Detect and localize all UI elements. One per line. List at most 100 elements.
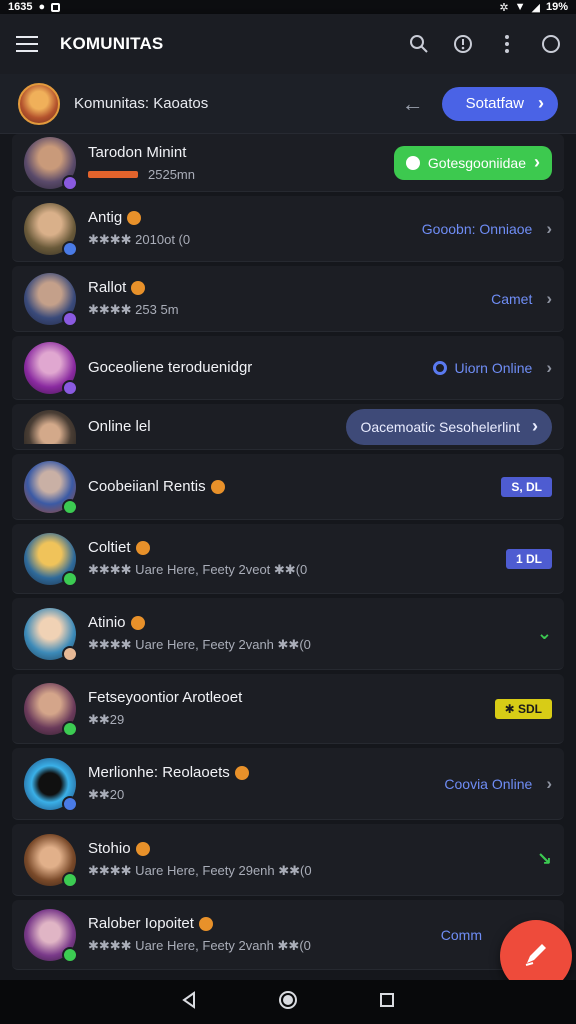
- member-list: Tarodon Minint 2525mn Gotesgooniidae › A…: [12, 134, 564, 974]
- notification-icon: ●: [38, 1, 46, 13]
- list-item[interactable]: Online lel Oacemoatic Sesohelerlint ›: [12, 404, 564, 450]
- system-nav-bar: [0, 980, 576, 1024]
- community-name: Komunitas: Kaoatos: [74, 95, 209, 112]
- chevron-right-icon[interactable]: ›: [546, 289, 552, 309]
- list-item[interactable]: Stohio ✱✱✱✱ Uare Here, Feety 29enh ✱✱(0 …: [12, 824, 564, 896]
- chat-bubble-icon: [405, 155, 420, 170]
- app-bar: KOMUNITAS: [0, 14, 576, 74]
- wifi-icon: ▼: [514, 1, 526, 13]
- nav-home-icon[interactable]: [278, 990, 298, 1015]
- avatar: [24, 460, 78, 515]
- item-name: Atinio: [88, 614, 126, 631]
- chevron-right-icon: ›: [534, 152, 540, 172]
- coin-icon: [127, 210, 142, 225]
- status-bar: 1635 ● ✲ ▼ ◢ 19%: [0, 0, 576, 14]
- item-name: Coobeiianl Rentis: [88, 478, 206, 495]
- list-item[interactable]: Goceoliene teroduenidgr Uiorn Online ›: [12, 336, 564, 400]
- list-item[interactable]: Antig ✱✱✱✱ 2010ot (0 Gooobn: Onniaoe ›: [12, 196, 564, 262]
- list-item[interactable]: Rallot ✱✱✱✱ 253 5m Camet ›: [12, 266, 564, 332]
- battery-text: 19%: [545, 1, 568, 13]
- item-subtitle: 2525mn: [148, 166, 195, 182]
- info-icon[interactable]: [452, 33, 474, 55]
- avatar: [24, 833, 78, 888]
- green-action-button[interactable]: Gotesgooniidae ›: [393, 145, 552, 180]
- item-name: Goceoliene teroduenidgr: [88, 359, 253, 376]
- avatar: [24, 136, 78, 191]
- item-name: Rallot: [88, 279, 127, 296]
- item-name: Online lel: [88, 418, 151, 435]
- avatar: [24, 757, 78, 812]
- nav-recents-icon[interactable]: [379, 992, 395, 1013]
- coin-icon: [135, 841, 150, 856]
- item-name: Coltiet: [88, 539, 131, 556]
- search-icon[interactable]: [408, 33, 430, 55]
- avatar: [24, 607, 78, 662]
- wide-action-button[interactable]: Oacemoatic Sesohelerlint ›: [346, 408, 552, 445]
- follow-button[interactable]: Sotatfaw ›: [441, 86, 558, 121]
- status-link[interactable]: Comm: [441, 927, 482, 943]
- action-label: Oacemoatic Sesohelerlint: [360, 418, 520, 435]
- chevron-right-icon[interactable]: ›: [546, 358, 552, 378]
- chevron-right-icon[interactable]: ›: [546, 219, 552, 239]
- community-header: Komunitas: Kaoatos ← Sotatfaw ›: [0, 74, 576, 134]
- arrow-icon[interactable]: ↘: [537, 849, 552, 870]
- avatar: [24, 682, 78, 737]
- list-item[interactable]: Merlionhe: Reolaoets ✱✱20 Coovia Online …: [12, 748, 564, 820]
- tag-badge[interactable]: S, DL: [501, 476, 552, 497]
- item-name: Tarodon Minint: [88, 143, 187, 161]
- coin-icon: [234, 765, 249, 780]
- chevron-right-icon[interactable]: ›: [546, 774, 552, 794]
- list-item[interactable]: Atinio ✱✱✱✱ Uare Here, Feety 2vanh ✱✱(0 …: [12, 598, 564, 670]
- list-item[interactable]: Ralober Iopoitet ✱✱✱✱ Uare Here, Feety 2…: [12, 900, 564, 970]
- item-name: Antig: [88, 209, 123, 226]
- nav-back-icon[interactable]: [181, 990, 197, 1014]
- avatar: [24, 202, 78, 257]
- list-item[interactable]: Coobeiianl Rentis S, DL: [12, 454, 564, 520]
- online-dot-icon: [432, 360, 447, 375]
- item-subtitle: ✱✱✱✱ 2010ot (0: [88, 232, 191, 247]
- chat-icon[interactable]: [540, 33, 562, 55]
- menu-icon[interactable]: [16, 36, 38, 52]
- item-name: Merlionhe: Reolaoets: [88, 764, 230, 781]
- item-name: Fetseyoontior Arotleoet: [88, 689, 243, 706]
- chevron-down-icon[interactable]: ⌄: [537, 623, 552, 644]
- chevron-right-icon: ›: [532, 416, 538, 436]
- status-link[interactable]: Coovia Online: [444, 776, 532, 792]
- chevron-right-icon: ›: [538, 93, 544, 113]
- item-subtitle: ✱✱29: [88, 712, 125, 727]
- more-vert-icon[interactable]: [496, 33, 518, 55]
- follow-button-label: Sotatfaw: [465, 95, 524, 112]
- status-link[interactable]: Camet: [491, 291, 532, 307]
- tag-badge[interactable]: ✱ SDL: [494, 698, 552, 719]
- back-arrow-icon[interactable]: ←: [402, 91, 424, 117]
- action-label: Gotesgooniidae: [427, 154, 526, 171]
- list-item[interactable]: Tarodon Minint 2525mn Gotesgooniidae ›: [12, 134, 564, 192]
- item-subtitle: ✱✱✱✱ Uare Here, Feety 2vanh ✱✱(0: [88, 938, 311, 953]
- avatar: [24, 409, 76, 444]
- screenshot-icon: [51, 2, 61, 12]
- coin-icon: [131, 280, 146, 295]
- item-subtitle: ✱✱✱✱ Uare Here, Feety 29enh ✱✱(0: [88, 863, 312, 878]
- status-link[interactable]: Gooobn: Onniaoe: [422, 221, 533, 237]
- avatar: [24, 272, 78, 327]
- item-name: Ralober Iopoitet: [88, 915, 194, 932]
- item-subtitle: ✱✱20: [88, 787, 125, 802]
- signal-icon: ◢: [531, 1, 540, 14]
- tag-badge[interactable]: 1 DL: [505, 548, 552, 569]
- status-link[interactable]: Uiorn Online: [432, 360, 532, 376]
- community-avatar[interactable]: [18, 82, 60, 125]
- settings-icon: ✲: [499, 1, 509, 14]
- avatar: [24, 532, 78, 587]
- edit-icon: [521, 939, 551, 974]
- list-item[interactable]: Fetseyoontior Arotleoet ✱✱29 ✱ SDL: [12, 674, 564, 744]
- coin-icon: [135, 540, 150, 555]
- list-item[interactable]: Coltiet ✱✱✱✱ Uare Here, Feety 2veot ✱✱(0…: [12, 524, 564, 594]
- item-subtitle: ✱✱✱✱ 253 5m: [88, 302, 179, 317]
- coin-icon: [210, 479, 225, 494]
- coin-icon: [130, 615, 145, 630]
- item-subtitle: ✱✱✱✱ Uare Here, Feety 2veot ✱✱(0: [88, 562, 308, 577]
- item-subtitle: ✱✱✱✱ Uare Here, Feety 2vanh ✱✱(0: [88, 637, 311, 652]
- item-name: Stohio: [88, 840, 131, 857]
- coin-icon: [198, 916, 213, 931]
- status-time: 1635: [8, 1, 33, 13]
